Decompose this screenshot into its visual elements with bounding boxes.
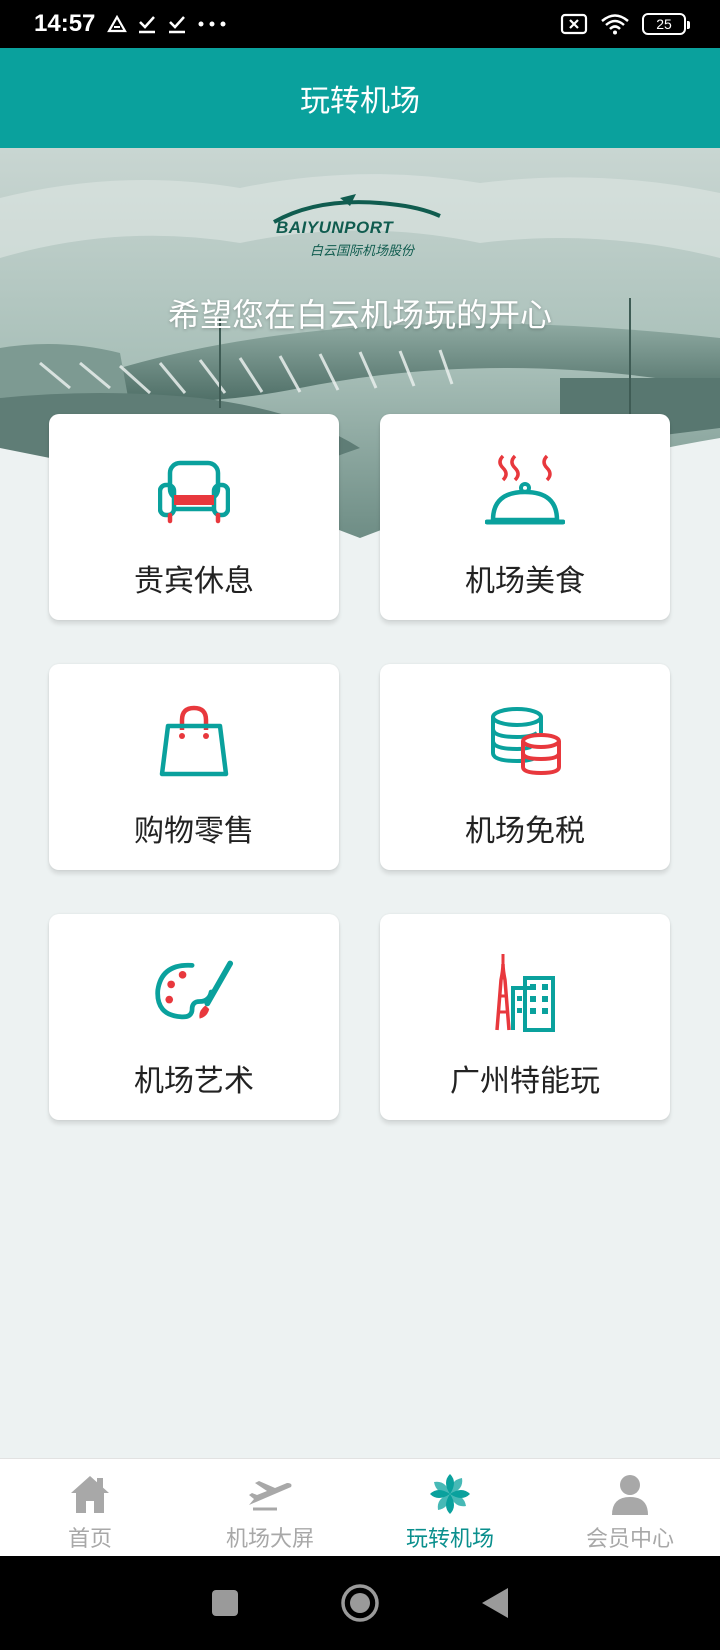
drive-icon [107, 15, 128, 33]
pinwheel-icon [430, 1474, 470, 1514]
status-time: 14:57 [34, 10, 96, 37]
status-bar: 14:57 25 [0, 0, 720, 48]
nav-item-play-airport[interactable]: 玩转机场 [360, 1459, 540, 1556]
airplane-icon [249, 1481, 292, 1511]
home-icon [71, 1476, 109, 1513]
no-sim-icon [560, 13, 588, 35]
bottom-navigation: 首页 机场大屏 玩转机场 会员中心 [0, 1458, 720, 1556]
home-circle-icon[interactable] [340, 1583, 380, 1623]
nav-item-member-center[interactable]: 会员中心 [540, 1459, 720, 1556]
hero-slogan: 希望您在白云机场玩的开心 [167, 296, 552, 334]
card-shopping-retail[interactable]: 购物零售 [49, 664, 339, 870]
baiyunport-logo: BAIYUNPORT 白云国际机场股份 [270, 194, 450, 266]
download-done-icon [169, 16, 186, 34]
palette-icon [155, 960, 234, 1020]
coins-icon [491, 707, 561, 776]
city-tower-icon [495, 954, 555, 1032]
nav-item-airport-screen[interactable]: 机场大屏 [180, 1459, 360, 1556]
battery-indicator: 25 [642, 13, 690, 35]
shopping-bag-icon [159, 705, 229, 777]
sofa-icon [158, 460, 230, 524]
more-dots-icon [198, 21, 226, 27]
card-vip-lounge[interactable]: 贵宾休息 [49, 414, 339, 620]
card-duty-free[interactable]: 机场免税 [380, 664, 670, 870]
app-header: 玩转机场 [0, 48, 720, 148]
wifi-icon [601, 14, 629, 35]
nav-item-home[interactable]: 首页 [0, 1459, 180, 1556]
back-triangle-icon[interactable] [480, 1586, 510, 1620]
page-title: 玩转机场 [300, 84, 420, 119]
card-airport-art[interactable]: 机场艺术 [49, 914, 339, 1120]
download-done-icon [139, 16, 156, 34]
food-cloche-icon [485, 454, 565, 525]
card-guangzhou-fun[interactable]: 广州特能玩 [380, 914, 670, 1120]
system-navigation-bar [0, 1556, 720, 1650]
card-airport-food[interactable]: 机场美食 [380, 414, 670, 620]
recents-square-icon[interactable] [210, 1588, 240, 1618]
user-icon [612, 1475, 648, 1515]
